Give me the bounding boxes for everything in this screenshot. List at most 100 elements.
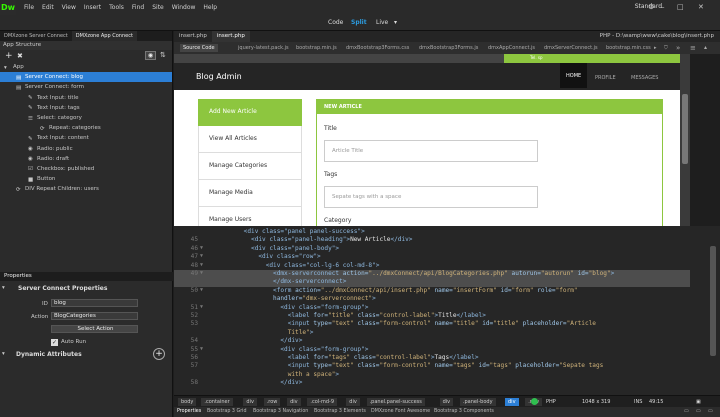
- select-action-button[interactable]: Select Action: [51, 325, 138, 333]
- related-dmxbootstrap-js[interactable]: dmxBootstrap3Forms.js: [419, 45, 478, 51]
- nav-profile[interactable]: PROFILE: [595, 75, 616, 81]
- filter-icon[interactable]: ⛉: [664, 45, 668, 51]
- fold-chevron-icon[interactable]: ▼: [200, 346, 203, 352]
- gear-icon[interactable]: ⚙: [648, 3, 654, 11]
- menu-file[interactable]: File: [24, 4, 34, 11]
- tree-item[interactable]: ▾ App: [0, 62, 172, 72]
- code-mode-button[interactable]: Code: [328, 19, 343, 26]
- properties-tab[interactable]: Properties: [4, 273, 32, 279]
- code-view[interactable]: <div class="panel panel-success"> 45 <div…: [174, 226, 690, 395]
- tree-item[interactable]: ⟳ Repeat: categories: [0, 123, 172, 133]
- menu-insert[interactable]: Insert: [84, 4, 101, 11]
- fold-chevron-icon[interactable]: ▼: [200, 245, 203, 251]
- related-bootstrap-css[interactable]: bootstrap.min.css: [606, 45, 651, 51]
- related-bootstrap-js[interactable]: bootstrap.min.js: [296, 45, 337, 51]
- tag-crumb[interactable]: .panel.panel-success: [366, 398, 425, 406]
- code-line[interactable]: 55 ▼ <div class="form-group">: [174, 346, 690, 355]
- nav-messages[interactable]: MESSAGES: [631, 75, 658, 81]
- code-line[interactable]: 58 </div>: [174, 379, 690, 388]
- panel-icon-1[interactable]: ▭: [684, 409, 689, 414]
- code-scrollbar[interactable]: [690, 226, 720, 395]
- panel-icon-2[interactable]: ▭: [696, 409, 701, 414]
- menu-icon[interactable]: ≡: [690, 44, 696, 52]
- minimize-icon[interactable]: –: [661, 3, 665, 11]
- code-line[interactable]: </dmx-serverconnect>: [174, 278, 690, 287]
- menu-manage-categories[interactable]: Manage Categories: [198, 153, 302, 180]
- tag-crumb[interactable]: div: [505, 398, 519, 406]
- tab-font-awesome[interactable]: DMXzone Font Awesome: [371, 409, 430, 414]
- delete-icon[interactable]: ✖: [17, 52, 23, 60]
- add-attribute-icon[interactable]: +: [153, 348, 165, 360]
- menu-site[interactable]: Site: [152, 4, 164, 11]
- tag-crumb[interactable]: .panel-body: [459, 398, 496, 406]
- tree-item[interactable]: ◉ Radio: public: [0, 144, 172, 154]
- code-line[interactable]: with a space">: [174, 371, 690, 380]
- tab-bootstrap-components[interactable]: Bootstrap 3 Components: [434, 409, 494, 414]
- menu-view-all-articles[interactable]: View All Articles: [198, 126, 302, 153]
- window-size[interactable]: 1048 x 319: [582, 399, 610, 405]
- related-dmxbootstrap-css[interactable]: dmxBootstrap3Forms.css: [346, 45, 409, 51]
- tab-dmxzone-app-connect[interactable]: DMXzone App Connect: [71, 31, 137, 41]
- fold-chevron-icon[interactable]: ▼: [200, 270, 203, 276]
- tree-item[interactable]: ✎ Text Input: title: [0, 93, 172, 103]
- close-icon[interactable]: ✕: [698, 3, 704, 11]
- menu-find[interactable]: Find: [132, 4, 144, 11]
- code-line[interactable]: 57 <input type="text" class="form-contro…: [174, 362, 690, 371]
- action-input[interactable]: BlogCategories: [51, 312, 138, 320]
- language-selector[interactable]: PHP: [546, 399, 556, 405]
- tree-item[interactable]: ⟳ DIV Repeat Children: users: [0, 184, 172, 194]
- tag-crumb[interactable]: div: [346, 398, 360, 406]
- menu-edit[interactable]: Edit: [42, 4, 54, 11]
- tree-item[interactable]: ☑ Checkbox: published: [0, 164, 172, 174]
- code-line[interactable]: 52 <label for="title" class="control-lab…: [174, 312, 690, 321]
- tag-crumb[interactable]: body: [178, 398, 197, 406]
- tag-crumb[interactable]: div: [243, 398, 257, 406]
- title-input[interactable]: Article Title: [324, 140, 538, 162]
- tab-dmxzone-server-connect[interactable]: DMXzone Server Connect: [0, 31, 72, 41]
- code-line[interactable]: Title">: [174, 329, 690, 338]
- code-scroll-thumb[interactable]: [710, 246, 716, 356]
- tree-item[interactable]: ✎ Text Input: tags: [0, 103, 172, 113]
- menu-view[interactable]: View: [62, 4, 76, 11]
- fold-chevron-icon[interactable]: ▼: [200, 253, 203, 259]
- split-mode-button[interactable]: Split: [351, 19, 367, 26]
- related-source-code[interactable]: Source Code: [180, 44, 218, 52]
- tab-bootstrap-navigation[interactable]: Bootstrap 3 Navigation: [253, 409, 308, 414]
- dynamic-attributes-chevron-icon[interactable]: ▾: [2, 351, 5, 357]
- code-line[interactable]: 46 ▼ <div class="panel-body">: [174, 245, 690, 254]
- tree-item[interactable]: ☰ Select: category: [0, 113, 172, 123]
- menu-add-new-article[interactable]: Add New Article: [198, 99, 302, 126]
- id-input[interactable]: blog: [51, 299, 138, 307]
- tab-bootstrap-grid[interactable]: Bootstrap 3 Grid: [207, 409, 247, 414]
- add-icon[interactable]: +: [5, 51, 13, 61]
- code-line[interactable]: 53 <input type="text" class="form-contro…: [174, 320, 690, 329]
- menu-window[interactable]: Window: [172, 4, 196, 11]
- menu-help[interactable]: Help: [203, 4, 217, 11]
- tag-crumb[interactable]: .row: [263, 398, 281, 406]
- code-line[interactable]: 56 <label for="tags" class="control-labe…: [174, 354, 690, 363]
- tag-crumb[interactable]: .container: [201, 398, 233, 406]
- panel-icon-3[interactable]: ▭: [708, 409, 713, 414]
- tree-item[interactable]: ■ Button: [0, 174, 172, 184]
- code-line[interactable]: 45 <div class="panel-heading">New Articl…: [174, 236, 690, 245]
- fold-chevron-icon[interactable]: ▼: [200, 287, 203, 293]
- expand-icon[interactable]: ⇅: [160, 51, 166, 59]
- menu-tools[interactable]: Tools: [109, 4, 124, 11]
- chevron-up-icon[interactable]: ▴: [704, 44, 707, 51]
- related-dmxserverconnect[interactable]: dmxServerConnect.js: [544, 45, 598, 51]
- tree-item[interactable]: ▤ Server Connect: form: [0, 82, 172, 92]
- expand-right-icon[interactable]: »: [676, 44, 680, 52]
- fold-chevron-icon[interactable]: ▼: [200, 304, 203, 310]
- tree-item[interactable]: ✎ Text Input: content: [0, 133, 172, 143]
- code-line[interactable]: 51 ▼ <div class="form-group">: [174, 304, 690, 313]
- menu-manage-media[interactable]: Manage Media: [198, 180, 302, 207]
- related-files-more-icon[interactable]: ▸: [654, 45, 657, 51]
- tag-crumb[interactable]: div: [287, 398, 301, 406]
- related-jquery[interactable]: jquery-latest.pack.js: [238, 45, 289, 51]
- collapse-chevron-icon[interactable]: ▾: [2, 285, 5, 291]
- tags-input[interactable]: Sepate tags with a space: [324, 186, 538, 208]
- tab-bootstrap-elements[interactable]: Bootstrap 3 Elements: [314, 409, 366, 414]
- code-line[interactable]: 47 ▼ <div class="row">: [174, 253, 690, 262]
- site-brand[interactable]: Blog Admin: [196, 72, 242, 81]
- code-line[interactable]: <div class="panel panel-success">: [174, 228, 690, 237]
